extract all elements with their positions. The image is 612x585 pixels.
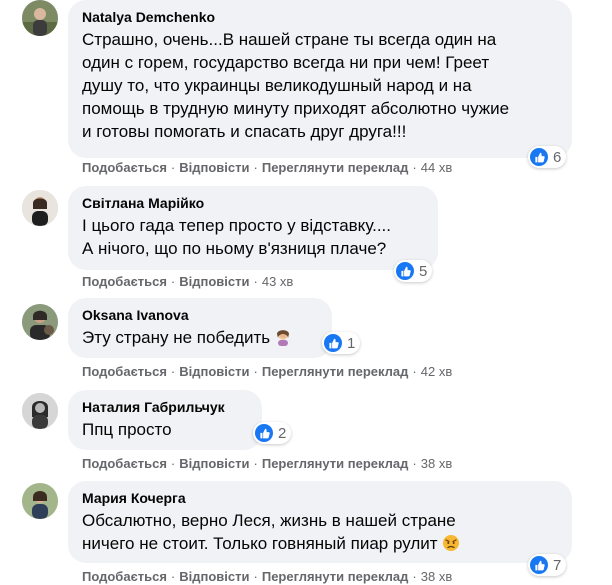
comment-bubble: Мария Кочерга Обсалютно, верно Леся, жиз…	[68, 481, 572, 563]
reaction-counter[interactable]: 5	[394, 260, 433, 282]
reply-button[interactable]: Відповісти	[179, 160, 249, 175]
reaction-count: 7	[553, 556, 562, 574]
like-icon	[530, 148, 548, 166]
comment-author[interactable]: Oksana Ivanova	[82, 306, 320, 324]
comment-actions: Подобається · Відповісти · Переглянути перек…	[82, 456, 452, 472]
see-translation-button[interactable]: Переглянути переклад	[262, 569, 409, 584]
angry-face-emoji	[442, 534, 460, 552]
comment-author[interactable]: Natalya Demchenko	[82, 8, 560, 26]
separator: ·	[412, 364, 417, 379]
reply-button[interactable]: Відповісти	[179, 274, 249, 289]
comment-time[interactable]: 43 хв	[262, 274, 293, 289]
separator: ·	[253, 569, 258, 584]
avatar[interactable]	[22, 190, 58, 226]
separator: ·	[253, 160, 258, 175]
comment-bubble: Oksana Ivanova Эту страну не победить	[68, 298, 332, 358]
avatar[interactable]	[22, 304, 58, 340]
like-icon	[530, 556, 548, 574]
comment-time[interactable]: 44 хв	[421, 160, 452, 175]
reaction-count: 2	[278, 424, 287, 442]
comment-time[interactable]: 42 хв	[421, 364, 452, 379]
reply-button[interactable]: Відповісти	[179, 364, 249, 379]
comment-actions: Подобається · Відповісти · Переглянути перек…	[82, 569, 452, 585]
comment-time[interactable]: 38 хв	[421, 569, 452, 584]
like-button[interactable]: Подобається	[82, 569, 167, 584]
reply-button[interactable]: Відповісти	[179, 456, 249, 471]
comment-actions: Подобається · Відповісти · Переглянути перек…	[82, 364, 452, 380]
comment-text-line: помощь в трудную минуту приходят абсолют…	[82, 99, 510, 118]
woman-facepalming-emoji	[274, 328, 292, 346]
like-icon	[396, 262, 414, 280]
separator: ·	[170, 569, 176, 584]
separator: ·	[412, 456, 417, 471]
comment-text-line: душу то, что украинцы великодушный народ…	[82, 76, 472, 95]
like-icon	[324, 334, 342, 352]
reaction-count: 5	[419, 262, 428, 280]
separator: ·	[412, 160, 417, 175]
comment-text-line: Страшно, очень...В нашей стране ты всегд…	[82, 30, 497, 49]
comment-actions: Подобається · Відповісти · Переглянути перек…	[82, 160, 452, 176]
see-translation-button[interactable]: Переглянути переклад	[262, 364, 409, 379]
comment-bubble: Natalya Demchenko Страшно, очень...В наш…	[68, 0, 572, 158]
reaction-count: 1	[347, 334, 356, 352]
reaction-counter[interactable]: 2	[253, 422, 292, 444]
separator: ·	[170, 364, 176, 379]
reply-button[interactable]: Відповісти	[179, 569, 249, 584]
separator: ·	[170, 160, 176, 175]
reaction-count: 6	[553, 148, 562, 166]
reaction-counter[interactable]: 7	[528, 554, 567, 576]
reaction-counter[interactable]: 1	[322, 332, 361, 354]
comment-text-line: и готовы помогать и спасать друг друга!!…	[82, 122, 407, 141]
comment-time[interactable]: 38 хв	[421, 456, 452, 471]
separator: ·	[170, 274, 176, 289]
like-icon	[255, 424, 273, 442]
comment-author[interactable]: Світлана Марійко	[82, 194, 426, 212]
separator: ·	[412, 569, 417, 584]
avatar[interactable]	[22, 0, 58, 36]
comment-text-line: ничего не стоит. Только говняный пиар ру…	[82, 532, 560, 555]
separator: ·	[253, 274, 258, 289]
comment-text-line: Обсалютно, верно Леся, жизнь в нашей стр…	[82, 511, 456, 530]
comment-text: Эту страну не победить	[82, 328, 271, 347]
comment-author[interactable]: Наталия Габрильчук	[82, 398, 250, 416]
avatar[interactable]	[22, 483, 58, 519]
separator: ·	[253, 456, 258, 471]
comment-text-line: Эту страну не победить	[82, 326, 320, 349]
comment-text-line: Ппц просто	[82, 420, 172, 439]
comment-text-line: І цього гада тепер просто у відставку...…	[82, 216, 392, 235]
comment-text: ничего не стоит. Только говняный пиар ру…	[82, 534, 438, 553]
reaction-counter[interactable]: 6	[528, 146, 567, 168]
comment-text-line: один с горем, государство всегда ни при …	[82, 53, 490, 72]
see-translation-button[interactable]: Переглянути переклад	[262, 160, 409, 175]
comment-actions: Подобається · Відповісти · 43 хв	[82, 274, 293, 290]
comment-bubble: Наталия Габрильчук Ппц просто	[68, 390, 262, 450]
comment-author[interactable]: Мария Кочерга	[82, 489, 560, 507]
separator: ·	[170, 456, 176, 471]
comment-bubble: Світлана Марійко І цього гада тепер прос…	[68, 186, 438, 270]
like-button[interactable]: Подобається	[82, 274, 167, 289]
avatar[interactable]	[22, 393, 58, 429]
separator: ·	[253, 364, 258, 379]
like-button[interactable]: Подобається	[82, 456, 167, 471]
comment-text-line: А нічого, що по ньому в'язниця плаче?	[82, 239, 387, 258]
see-translation-button[interactable]: Переглянути переклад	[262, 456, 409, 471]
like-button[interactable]: Подобається	[82, 160, 167, 175]
like-button[interactable]: Подобається	[82, 364, 167, 379]
